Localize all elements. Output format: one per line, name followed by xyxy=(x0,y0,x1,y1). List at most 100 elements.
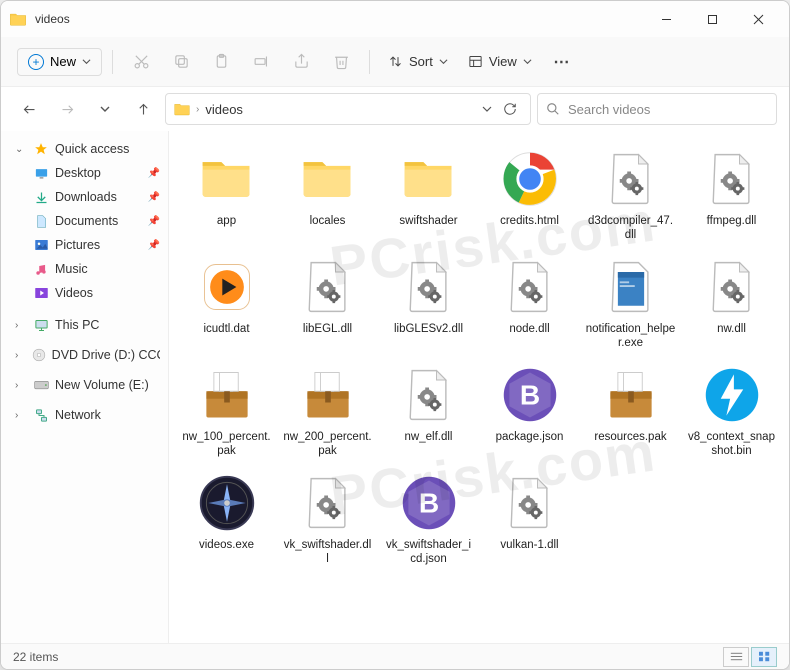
file-item[interactable]: vk_swiftshader_icd.json xyxy=(379,467,478,571)
sidebar-item-pictures[interactable]: Pictures 📌 xyxy=(1,233,168,257)
file-item[interactable]: vulkan-1.dll xyxy=(480,467,579,571)
file-item[interactable]: nw.dll xyxy=(682,251,781,355)
sidebar-quick-access[interactable]: ⌄ Quick access xyxy=(1,137,168,161)
network-icon xyxy=(33,407,49,423)
paste-button xyxy=(203,44,239,80)
chrome-icon xyxy=(498,147,562,211)
sidebar-item-label: Pictures xyxy=(55,238,100,252)
dll-icon xyxy=(397,255,461,319)
titlebar: videos xyxy=(1,1,789,37)
file-name: vk_swiftshader.dll xyxy=(283,539,373,567)
sidebar-item-videos[interactable]: Videos xyxy=(1,281,168,305)
address-bar[interactable]: › videos xyxy=(165,93,531,125)
bolt-icon xyxy=(700,363,764,427)
sidebar-item-downloads[interactable]: Downloads📌 xyxy=(1,185,168,209)
sidebar-item-label: Documents xyxy=(55,214,118,228)
file-item[interactable]: icudtl.dat xyxy=(177,251,276,355)
file-name: resources.pak xyxy=(594,431,666,459)
rename-button xyxy=(243,44,279,80)
chevron-right-icon: › xyxy=(196,104,199,115)
file-item[interactable]: notification_helper.exe xyxy=(581,251,680,355)
file-item[interactable]: resources.pak xyxy=(581,359,680,463)
search-placeholder: Search videos xyxy=(568,102,650,117)
file-item[interactable]: nw_elf.dll xyxy=(379,359,478,463)
view-details-button[interactable] xyxy=(723,647,749,667)
new-button[interactable]: + New xyxy=(17,48,102,76)
sidebar-this-pc[interactable]: › This PC xyxy=(1,313,168,337)
videos-icon xyxy=(33,285,49,301)
file-item[interactable]: nw_200_percent.pak xyxy=(278,359,377,463)
sidebar-network[interactable]: › Network xyxy=(1,403,168,427)
window-title: videos xyxy=(35,12,643,26)
downloads-icon xyxy=(33,189,49,205)
share-button xyxy=(283,44,319,80)
file-item[interactable]: d3dcompiler_47.dll xyxy=(581,143,680,247)
file-name: credits.html xyxy=(500,215,559,243)
file-name: nw_elf.dll xyxy=(405,431,453,459)
back-button[interactable] xyxy=(13,93,45,125)
maximize-button[interactable] xyxy=(689,1,735,37)
file-item[interactable]: ffmpeg.dll xyxy=(682,143,781,247)
file-item[interactable]: node.dll xyxy=(480,251,579,355)
file-name: app xyxy=(217,215,236,243)
play-icon xyxy=(195,255,259,319)
view-icons-button[interactable] xyxy=(751,647,777,667)
sidebar-item-music[interactable]: Music xyxy=(1,257,168,281)
dll-icon xyxy=(599,147,663,211)
recent-button[interactable] xyxy=(89,93,121,125)
breadcrumb-item[interactable]: videos xyxy=(205,102,243,117)
pc-icon xyxy=(33,317,49,333)
plus-icon: + xyxy=(28,54,44,70)
search-box[interactable]: Search videos xyxy=(537,93,777,125)
folder-icon xyxy=(296,147,360,211)
sidebar-item-label: Downloads xyxy=(55,190,117,204)
navbar: › videos Search videos xyxy=(1,87,789,131)
documents-icon xyxy=(33,213,49,229)
up-button[interactable] xyxy=(127,93,159,125)
file-item[interactable]: nw_100_percent.pak xyxy=(177,359,276,463)
sort-button[interactable]: Sort xyxy=(380,49,456,74)
refresh-button[interactable] xyxy=(498,97,522,121)
sidebar-dvd-drive[interactable]: › DVD Drive (D:) CCCC xyxy=(1,343,168,367)
file-item[interactable]: app xyxy=(177,143,276,247)
minimize-button[interactable] xyxy=(643,1,689,37)
file-item[interactable]: v8_context_snapshot.bin xyxy=(682,359,781,463)
view-button[interactable]: View xyxy=(460,49,540,74)
chevron-right-icon: › xyxy=(15,320,27,331)
file-item[interactable]: credits.html xyxy=(480,143,579,247)
chevron-right-icon: › xyxy=(15,380,27,391)
file-name: vulkan-1.dll xyxy=(500,539,558,567)
sidebar-new-volume[interactable]: › New Volume (E:) xyxy=(1,373,168,397)
notif-icon xyxy=(599,255,663,319)
file-item[interactable]: vk_swiftshader.dll xyxy=(278,467,377,571)
file-name: d3dcompiler_47.dll xyxy=(586,215,676,243)
file-item[interactable]: libGLESv2.dll xyxy=(379,251,478,355)
file-name: notification_helper.exe xyxy=(586,323,676,351)
sidebar-item-documents[interactable]: Documents📌 xyxy=(1,209,168,233)
chevron-down-icon[interactable] xyxy=(482,104,492,114)
file-item[interactable]: libEGL.dll xyxy=(278,251,377,355)
chevron-right-icon: › xyxy=(15,410,27,421)
sidebar-item-label: Desktop xyxy=(55,166,101,180)
folder-icon xyxy=(397,147,461,211)
view-icon xyxy=(468,54,483,69)
close-button[interactable] xyxy=(735,1,781,37)
file-item[interactable]: videos.exe xyxy=(177,467,276,571)
more-button[interactable]: ⋯ xyxy=(544,44,580,80)
file-item[interactable]: package.json xyxy=(480,359,579,463)
file-name: nw_100_percent.pak xyxy=(182,431,272,459)
toolbar: + New Sort View ⋯ xyxy=(1,37,789,87)
pin-icon: 📌 xyxy=(148,240,160,251)
chevron-down-icon: ⌄ xyxy=(15,144,27,155)
dll-icon xyxy=(397,363,461,427)
sidebar-item-label: Music xyxy=(55,262,88,276)
file-pane[interactable]: PCrisk.com PCrisk.com applocalesswiftsha… xyxy=(169,131,789,643)
file-item[interactable]: swiftshader xyxy=(379,143,478,247)
compass-icon xyxy=(195,471,259,535)
sidebar-item-desktop[interactable]: Desktop📌 xyxy=(1,161,168,185)
json-icon xyxy=(397,471,461,535)
pak-icon xyxy=(195,363,259,427)
file-item[interactable]: locales xyxy=(278,143,377,247)
copy-button xyxy=(163,44,199,80)
pak-icon xyxy=(296,363,360,427)
